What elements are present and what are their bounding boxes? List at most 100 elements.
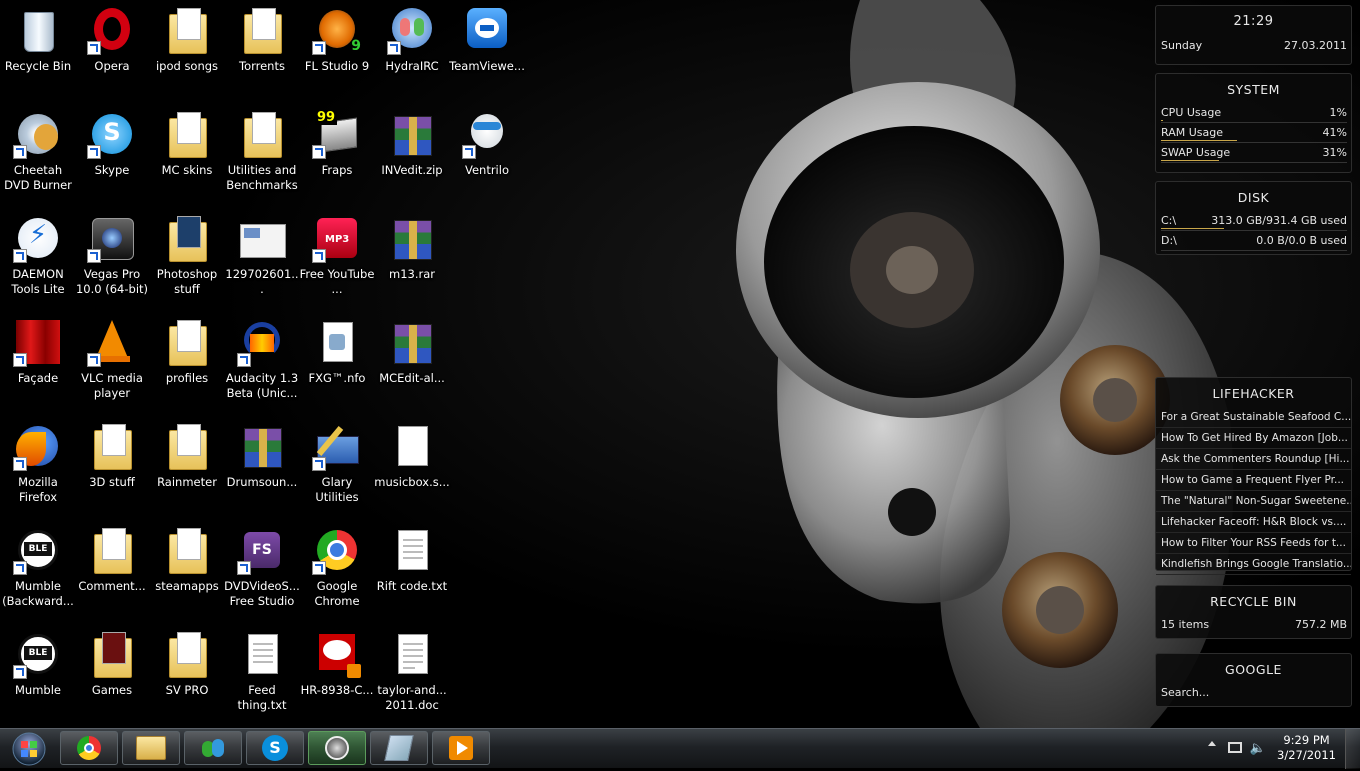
desktop-icon-cheetah-dvd[interactable]: Cheetah DVD Burner: [0, 106, 76, 206]
desktop-icon-vlc[interactable]: VLC media player: [74, 314, 150, 414]
taskbar-clock[interactable]: 9:29 PM 3/27/2011: [1277, 733, 1336, 763]
taskbar-media-player-button[interactable]: [432, 731, 490, 765]
feed-item[interactable]: How to Game a Frequent Flyer Pr...: [1156, 470, 1351, 491]
daemon-tools-icon: ⚡: [13, 214, 62, 263]
fraps-icon: 99: [312, 110, 361, 159]
start-button[interactable]: [6, 731, 52, 767]
google-gadget: GOOGLE Search...: [1155, 653, 1352, 707]
desktop-icon-mc-skins[interactable]: MC skins: [149, 106, 225, 206]
desktop-icon-audacity[interactable]: Audacity 1.3 Beta (Unic...: [224, 314, 300, 414]
desktop-icon-image-file[interactable]: 129702601...: [224, 210, 300, 310]
desktop-icon-skype[interactable]: S Skype: [74, 106, 150, 206]
desktop-icon-ipod-songs[interactable]: ipod songs: [149, 2, 225, 102]
recycle-bin-gadget[interactable]: RECYCLE BIN 15 items 757.2 MB: [1155, 585, 1352, 639]
tray-show-hidden-icons[interactable]: [1208, 741, 1216, 746]
desktop-icon-mcedit[interactable]: MCEdit-al...: [374, 314, 450, 414]
desktop-icon-taylor-doc[interactable]: taylor-and... 2011.doc: [374, 626, 450, 726]
folder-icon: [163, 422, 211, 470]
recycle-bin-icon: [14, 6, 62, 54]
system-gadget-title: SYSTEM: [1227, 82, 1280, 97]
feed-item[interactable]: The "Natural" Non-Sugar Sweetene...: [1156, 491, 1351, 512]
taskbar-steam-button[interactable]: [308, 731, 366, 765]
taskbar-skype-button[interactable]: S: [246, 731, 304, 765]
desktop-icon-daemon-tools[interactable]: ⚡ DAEMON Tools Lite: [0, 210, 76, 310]
notepad-icon: [384, 735, 414, 761]
taskbar-messenger-button[interactable]: [184, 731, 242, 765]
desktop-icon-musicbox[interactable]: musicbox.s...: [374, 418, 450, 518]
disk-d-row: D:\ 0.0 B/0.0 B used: [1156, 231, 1351, 251]
mumble-icon: BLE: [13, 526, 62, 575]
desktop-icon-profiles[interactable]: profiles: [149, 314, 225, 414]
desktop-icon-opera[interactable]: Opera: [74, 2, 150, 102]
feed-item[interactable]: Lifehacker Faceoff: H&R Block vs....: [1156, 512, 1351, 533]
taskbar-chrome-button[interactable]: [60, 731, 118, 765]
swap-usage-bar: [1161, 160, 1219, 161]
desktop-icon-mumble[interactable]: BLE Mumble: [0, 626, 76, 726]
feed-item[interactable]: Ask the Commenters Roundup [Hi...: [1156, 449, 1351, 470]
desktop-icon-torrents[interactable]: Torrents: [224, 2, 300, 102]
mp3-converter-icon: MP3: [312, 214, 361, 263]
desktop-icon-3d-stuff[interactable]: 3D stuff: [74, 418, 150, 518]
feed-item[interactable]: How to Filter Your RSS Feeds for t...: [1156, 533, 1351, 554]
desktop-icon-invedit-zip[interactable]: INVedit.zip: [374, 106, 450, 206]
google-search-input[interactable]: Search...: [1156, 683, 1351, 703]
desktop-icon-steamapps[interactable]: steamapps: [149, 522, 225, 622]
desktop-icon-rift-code[interactable]: Rift code.txt: [374, 522, 450, 622]
feed-item[interactable]: For a Great Sustainable Seafood C...: [1156, 407, 1351, 428]
desktop-icon-rainmeter[interactable]: Rainmeter: [149, 418, 225, 518]
messenger-icon: [200, 737, 226, 759]
desktop-icon-comment[interactable]: Comment...: [74, 522, 150, 622]
gadget-clock-time: 21:29: [1233, 14, 1274, 29]
show-desktop-button[interactable]: [1345, 729, 1360, 769]
desktop-icon-firefox[interactable]: Mozilla Firefox: [0, 418, 76, 518]
desktop-icon-vegas-pro[interactable]: Vegas Pro 10.0 (64-bit): [74, 210, 150, 310]
desktop-icon-dvdvideosoft[interactable]: FS DVDVideoS... Free Studio: [224, 522, 300, 622]
cheetah-dvd-icon: [13, 110, 62, 159]
explorer-icon: [136, 736, 166, 760]
mumble-icon: BLE: [13, 630, 62, 679]
dvdvideosoft-icon: FS: [237, 526, 286, 575]
desktop-icon-hr-8938[interactable]: HR-8938-C...: [299, 626, 375, 726]
desktop-icon-sv-pro[interactable]: SV PRO: [149, 626, 225, 726]
desktop-icon-utilities-benchmarks[interactable]: Utilities and Benchmarks: [224, 106, 300, 206]
desktop-icon-m13-rar[interactable]: m13.rar: [374, 210, 450, 310]
desktop-icon-free-youtube[interactable]: MP3 Free YouTube ...: [299, 210, 375, 310]
disk-gadget-title: DISK: [1237, 190, 1270, 205]
swap-usage-row: SWAP Usage 31%: [1156, 143, 1351, 163]
desktop-icon-grid: Recycle Bin Opera ipod songs Torrents 9 …: [0, 0, 560, 728]
nfo-file-icon: [313, 318, 361, 366]
desktop-icon-recycle-bin[interactable]: Recycle Bin: [0, 2, 76, 102]
desktop-icon-facade[interactable]: Façade: [0, 314, 76, 414]
hydrairc-icon: [387, 6, 436, 55]
desktop-icon-teamviewer[interactable]: TeamViewe...: [449, 2, 525, 102]
desktop-icon-fraps[interactable]: 99 Fraps: [299, 106, 375, 206]
taskbar-notepad-button[interactable]: [370, 731, 428, 765]
desktop-icon-feed-thing[interactable]: Feed thing.txt: [224, 626, 300, 726]
desktop-icon-hydrairc[interactable]: HydraIRC: [374, 2, 450, 102]
feed-item[interactable]: Kindlefish Brings Google Translatio...: [1156, 554, 1351, 575]
folder-icon: [163, 214, 211, 262]
taskbar-explorer-button[interactable]: [122, 731, 180, 765]
desktop-icon-glary-utilities[interactable]: Glary Utilities: [299, 418, 375, 518]
desktop-icon-ventrilo[interactable]: Ventrilo: [449, 106, 525, 206]
media-file-icon: [313, 630, 361, 678]
taskbar: S 🔈 9:29 PM 3/27/2011: [0, 728, 1360, 769]
ram-usage-row: RAM Usage 41%: [1156, 123, 1351, 143]
feed-item[interactable]: How To Get Hired By Amazon [Job...: [1156, 428, 1351, 449]
network-icon[interactable]: [1228, 742, 1242, 753]
image-thumbnail-icon: [238, 214, 286, 262]
recycle-bin-gadget-title: RECYCLE BIN: [1210, 594, 1297, 609]
desktop-icon-mumble-backward[interactable]: BLE Mumble (Backward...: [0, 522, 76, 622]
windows-orb-icon: [12, 732, 46, 766]
clock-gadget: 21:29 Sunday 27.03.2011: [1155, 5, 1352, 65]
disk-c-bar: [1161, 228, 1224, 229]
desktop-icon-fl-studio[interactable]: 9 FL Studio 9: [299, 2, 375, 102]
google-gadget-title: GOOGLE: [1225, 662, 1282, 677]
desktop-icon-fxg-nfo[interactable]: FXG™.nfo: [299, 314, 375, 414]
desktop-icon-photoshop-stuff[interactable]: Photoshop stuff: [149, 210, 225, 310]
cpu-usage-bar: [1161, 120, 1163, 121]
volume-icon[interactable]: 🔈: [1250, 741, 1266, 756]
desktop-icon-google-chrome[interactable]: Google Chrome: [299, 522, 375, 622]
desktop-icon-games[interactable]: Games: [74, 626, 150, 726]
desktop-icon-drumsound[interactable]: Drumsoun...: [224, 418, 300, 518]
